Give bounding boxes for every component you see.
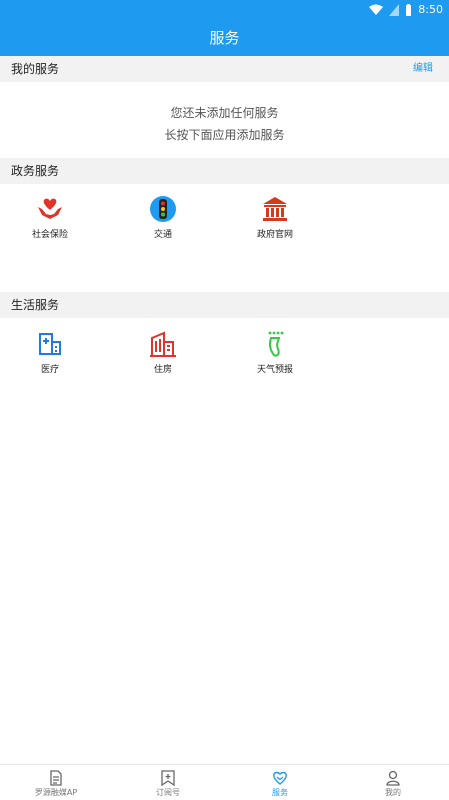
empty-message-line1: 您还未添加任何服务	[170, 106, 279, 120]
service-traffic[interactable]: 交通	[123, 195, 203, 240]
user-icon	[386, 770, 400, 786]
building-icon	[150, 331, 176, 357]
service-label: 政府官网	[256, 230, 293, 240]
tab-subscribe[interactable]: 订阅号	[112, 765, 224, 800]
service-weather[interactable]: 天气预报	[235, 330, 315, 375]
service-heart-icon	[273, 771, 287, 785]
hands-heart-icon	[38, 198, 62, 219]
battery-icon	[406, 3, 412, 16]
status-icons: 8:50	[369, 3, 443, 16]
tab-label: 我的	[385, 788, 401, 797]
tab-mine[interactable]: 我的	[337, 765, 449, 800]
service-label: 住房	[153, 365, 172, 375]
bottom-tab-bar: 罗源融媒AP 订阅号 服务 我的	[0, 764, 449, 800]
service-label: 医疗	[40, 365, 59, 375]
service-social-insurance[interactable]: 社会保险	[10, 195, 90, 240]
tab-news[interactable]: 罗源融媒AP	[0, 765, 112, 800]
government-building-icon	[263, 197, 287, 221]
tab-services[interactable]: 服务	[224, 765, 336, 800]
weather-icon	[268, 331, 284, 357]
page-title: 服务	[209, 29, 240, 47]
news-icon	[50, 770, 62, 786]
tab-label: 订阅号	[156, 788, 180, 797]
service-medical[interactable]: 医疗	[10, 330, 90, 375]
gov-services-title: 政务服务	[11, 164, 60, 178]
service-gov-website[interactable]: 政府官网	[235, 195, 315, 240]
subscribe-icon	[161, 770, 175, 786]
signal-icon	[389, 3, 400, 16]
service-label: 交通	[153, 230, 172, 240]
traffic-light-icon	[150, 196, 176, 222]
tab-label: 服务	[272, 788, 288, 797]
hospital-icon	[39, 333, 61, 355]
app-bar: 服务	[0, 20, 449, 56]
status-bar: 8:50	[0, 0, 449, 20]
my-services-header: 我的服务 编辑	[0, 56, 449, 82]
service-label: 社会保险	[31, 230, 68, 240]
tab-label: 罗源融媒AP	[34, 788, 78, 797]
status-time: 8:50	[418, 3, 443, 16]
my-services-title: 我的服务	[11, 62, 60, 76]
life-services-header: 生活服务	[0, 292, 449, 318]
life-services-title: 生活服务	[11, 298, 60, 312]
edit-button[interactable]: 编辑	[413, 56, 433, 82]
empty-message-line2: 长按下面应用添加服务	[164, 128, 285, 142]
service-housing[interactable]: 住房	[123, 330, 203, 375]
wifi-icon	[369, 4, 384, 15]
service-label: 天气预报	[256, 365, 293, 375]
gov-services-header: 政务服务	[0, 158, 449, 184]
